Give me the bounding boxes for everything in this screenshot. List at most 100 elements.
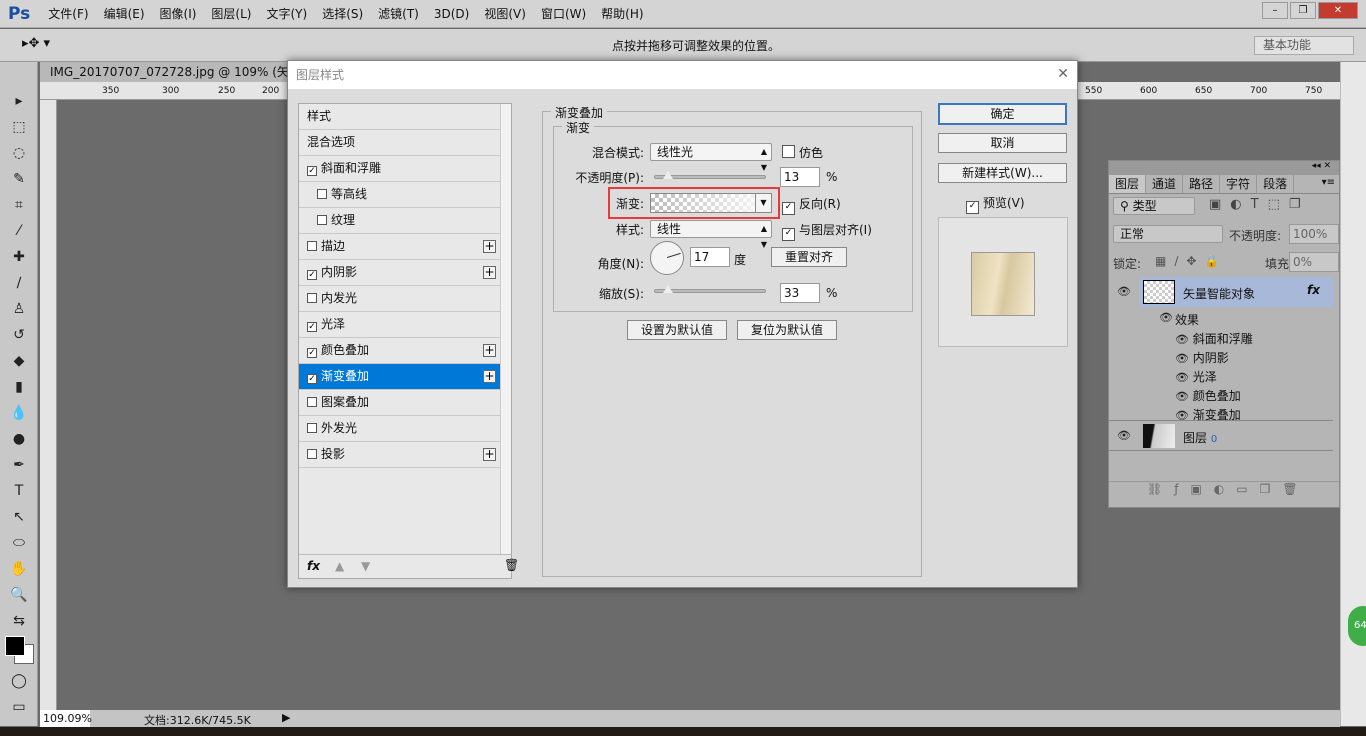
menu-layer[interactable]: 图层(L) <box>211 5 251 22</box>
set-default-button[interactable]: 设置为默认值 <box>627 320 727 340</box>
lock-icons[interactable]: ▦∕✥🔒 <box>1155 254 1227 268</box>
color-swatches[interactable] <box>0 634 37 668</box>
style-item[interactable]: ✓ 内阴影 + <box>299 260 500 286</box>
restore-button[interactable]: ❐ <box>1290 2 1316 19</box>
style-select[interactable]: 线性 ▲ ▼ <box>650 220 772 249</box>
eye-icon[interactable]: 👁 <box>1117 285 1131 298</box>
blend-mode-select[interactable]: 线性光 ▲ ▼ <box>650 143 772 172</box>
style-item[interactable]: 等高线 <box>299 182 500 208</box>
tab-paragraph[interactable]: 段落 <box>1257 175 1295 193</box>
effect-item[interactable]: 👁 光泽 <box>1175 368 1253 387</box>
menu-3d[interactable]: 3D(D) <box>434 7 469 21</box>
menu-edit[interactable]: 编辑(E) <box>104 5 145 22</box>
pen-tool-icon[interactable]: ✒ <box>0 452 38 478</box>
scale-slider[interactable] <box>654 285 766 293</box>
document-tab[interactable]: IMG_20170707_072728.jpg @ 109% (矢量智能对象 <box>40 62 290 82</box>
marquee-tool-icon[interactable]: ⬚ <box>0 114 38 140</box>
eye-icon[interactable]: 👁 <box>1175 333 1189 346</box>
move-up-icon[interactable]: ▲ <box>335 559 344 573</box>
add-icon[interactable]: + <box>483 240 496 253</box>
move-down-icon[interactable]: ▼ <box>361 559 370 573</box>
dodge-tool-icon[interactable]: ● <box>0 426 38 452</box>
tab-paths[interactable]: 路径 <box>1183 175 1221 193</box>
style-item[interactable]: 图案叠加 <box>299 390 500 416</box>
dialog-close-icon[interactable]: ✕ <box>1057 66 1069 82</box>
screen-mode-icon[interactable]: ▭ <box>0 694 38 720</box>
move-tool-icon[interactable]: ▸ <box>0 88 38 114</box>
style-item[interactable]: 外发光 <box>299 416 500 442</box>
healing-tool-icon[interactable]: ✚ <box>0 244 38 270</box>
add-icon[interactable]: + <box>483 370 496 383</box>
eye-icon[interactable]: 👁 <box>1159 311 1173 324</box>
hand-tool-icon[interactable]: ✋ <box>0 556 38 582</box>
blur-tool-icon[interactable]: 💧 <box>0 400 38 426</box>
brush-tool-icon[interactable]: ∕ <box>0 270 38 296</box>
eye-icon[interactable]: 👁 <box>1175 352 1189 365</box>
reset-align-button[interactable]: 重置对齐 <box>771 247 847 267</box>
add-icon[interactable]: + <box>483 344 496 357</box>
history-brush-icon[interactable]: ↺ <box>0 322 38 348</box>
opacity-slider[interactable] <box>654 171 766 179</box>
menu-window[interactable]: 窗口(W) <box>541 5 586 22</box>
crop-tool-icon[interactable]: ⌗ <box>0 192 38 218</box>
gradient-picker[interactable]: ▼ <box>650 193 772 213</box>
style-item[interactable]: ✓ 颜色叠加 + <box>299 338 500 364</box>
layer-name[interactable]: 矢量智能对象 <box>1183 285 1255 302</box>
layer-row-smart-object[interactable]: 👁 矢量智能对象 fx 👁 效果 👁 斜面和浮雕 👁 内阴影 👁 光泽 👁 颜色叠加 👁… <box>1109 277 1333 422</box>
dither-checkbox[interactable]: 仿色 <box>782 144 823 161</box>
opacity-input[interactable]: 13 <box>780 167 820 187</box>
checkbox[interactable]: ✓ <box>307 322 317 332</box>
menu-image[interactable]: 图像(I) <box>160 5 197 22</box>
style-item[interactable]: 样式 <box>299 104 500 130</box>
close-button[interactable]: ✕ <box>1318 2 1358 19</box>
gradient-tool-icon[interactable]: ▮ <box>0 374 38 400</box>
cancel-button[interactable]: 取消 <box>938 133 1067 153</box>
reset-default-button[interactable]: 复位为默认值 <box>737 320 837 340</box>
eye-icon[interactable]: 👁 <box>1175 390 1189 403</box>
effect-item[interactable]: 👁 内阴影 <box>1175 349 1253 368</box>
checkbox[interactable] <box>307 423 317 433</box>
layer-opacity-input[interactable]: 100% <box>1289 224 1339 244</box>
blend-mode-select[interactable]: 正常 <box>1113 225 1223 243</box>
menu-select[interactable]: 选择(S) <box>322 5 363 22</box>
panel-menu-icon[interactable]: ▾≡ <box>1322 177 1335 188</box>
style-item[interactable]: ✓ 斜面和浮雕 <box>299 156 500 182</box>
workspace-select[interactable]: 基本功能 <box>1254 36 1354 55</box>
checkbox[interactable] <box>307 293 317 303</box>
filter-type-icons[interactable]: ▣◐T⬚❐ <box>1209 197 1310 212</box>
effect-item[interactable]: 👁 斜面和浮雕 <box>1175 330 1253 349</box>
add-icon[interactable]: + <box>483 266 496 279</box>
style-item[interactable]: ✓ 光泽 <box>299 312 500 338</box>
menu-type[interactable]: 文字(Y) <box>266 5 307 22</box>
path-select-tool-icon[interactable]: ↖ <box>0 504 38 530</box>
checkbox[interactable] <box>317 215 327 225</box>
delete-icon[interactable]: 🗑 <box>504 558 519 572</box>
floating-badge[interactable]: 64 <box>1348 606 1366 646</box>
eye-icon[interactable]: 👁 <box>1175 371 1189 384</box>
shape-tool-icon[interactable]: ⬭ <box>0 530 38 556</box>
tab-layers[interactable]: 图层 <box>1109 175 1147 193</box>
add-icon[interactable]: + <box>483 448 496 461</box>
angle-input[interactable]: 17 <box>690 247 730 267</box>
layers-footer-icons[interactable]: ⛓ƒ▣◐▭❐🗑 <box>1109 481 1339 499</box>
ok-button[interactable]: 确定 <box>938 103 1067 125</box>
menu-file[interactable]: 文件(F) <box>48 5 88 22</box>
style-item[interactable]: 内发光 <box>299 286 500 312</box>
eraser-tool-icon[interactable]: ◆ <box>0 348 38 374</box>
tab-channels[interactable]: 通道 <box>1146 175 1184 193</box>
eyedropper-tool-icon[interactable]: ⁄ <box>0 218 38 244</box>
style-item[interactable]: 描边 + <box>299 234 500 260</box>
menu-help[interactable]: 帮助(H) <box>601 5 643 22</box>
preview-checkbox[interactable]: ✓ 预览(V) <box>966 194 1025 214</box>
checkbox[interactable]: ✓ <box>307 348 317 358</box>
minimize-button[interactable]: – <box>1262 2 1288 19</box>
tab-character[interactable]: 字符 <box>1220 175 1258 193</box>
effect-item[interactable]: 👁 颜色叠加 <box>1175 387 1253 406</box>
swap-colors-icon[interactable]: ⇆ <box>0 608 38 634</box>
zoom-tool-icon[interactable]: 🔍 <box>0 582 38 608</box>
type-tool-icon[interactable]: T <box>0 478 38 504</box>
layer-name[interactable]: 图层 0 <box>1183 429 1217 446</box>
align-checkbox[interactable]: ✓ 与图层对齐(I) <box>782 221 872 241</box>
move-tool-preset-icon[interactable]: ▸✥ ▾ <box>22 36 50 51</box>
quick-mask-icon[interactable]: ◯ <box>0 668 38 694</box>
